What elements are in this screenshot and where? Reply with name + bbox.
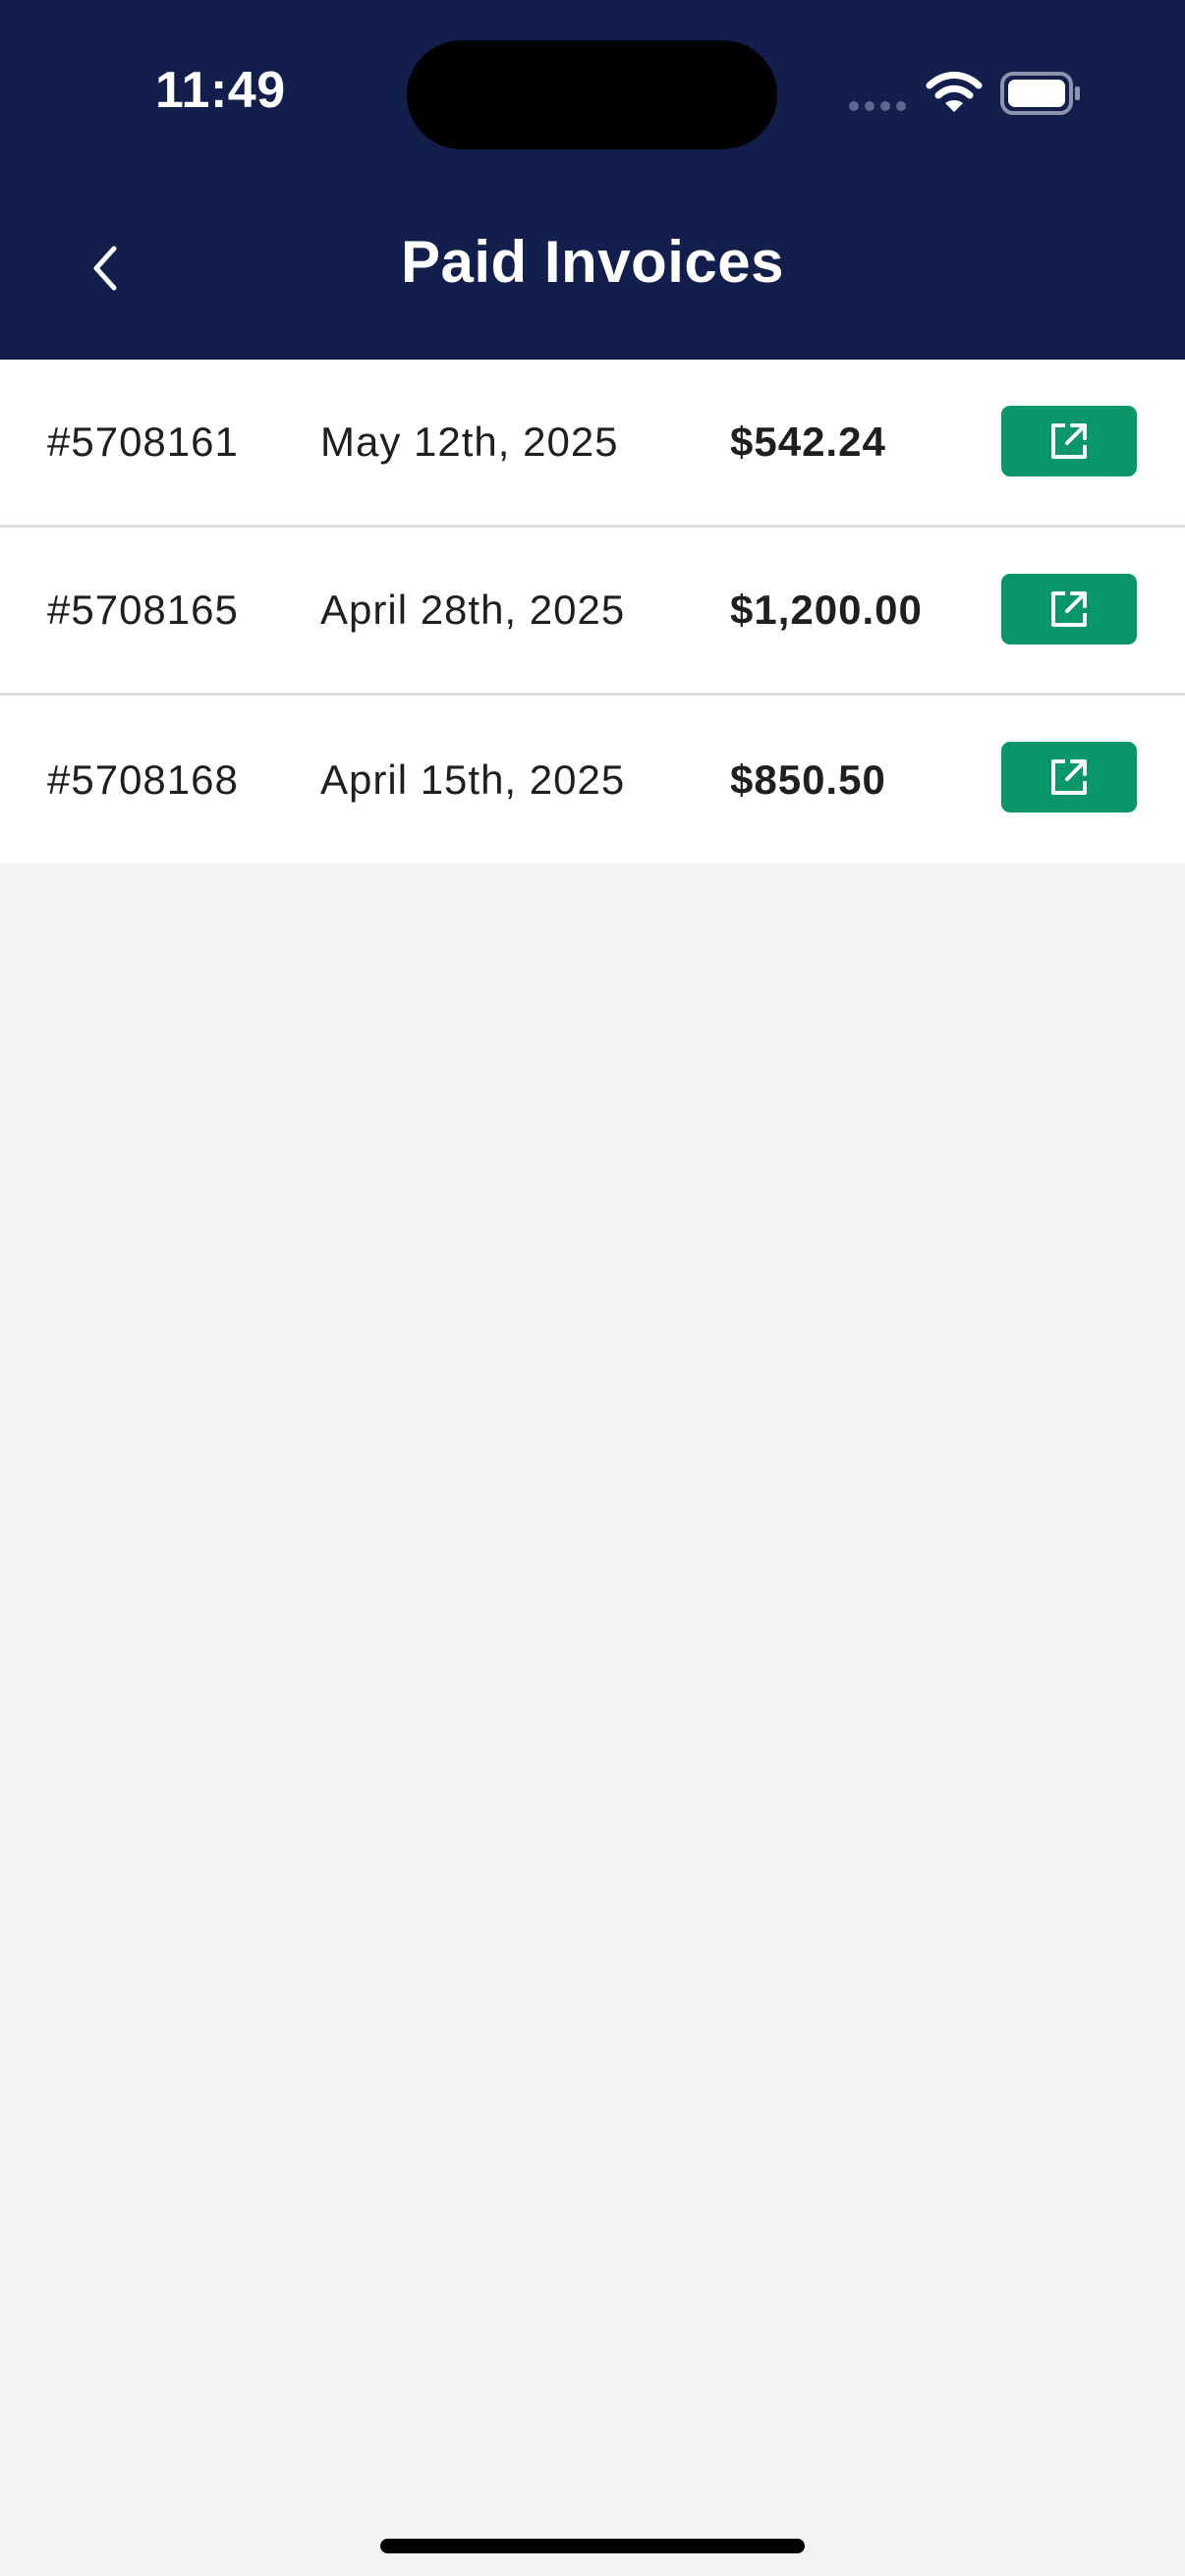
wifi-icon xyxy=(926,72,983,112)
invoice-date: April 28th, 2025 xyxy=(320,587,626,633)
invoice-row: #5708161 May 12th, 2025 $542.24 xyxy=(0,360,1185,528)
invoice-number: #5708161 xyxy=(47,419,239,465)
invoice-row: #5708165 April 28th, 2025 $1,200.00 xyxy=(0,528,1185,696)
invoice-date: April 15th, 2025 xyxy=(320,756,626,803)
battery-icon xyxy=(1000,72,1080,115)
invoice-amount: $1,200.00 xyxy=(730,587,923,633)
invoice-amount: $542.24 xyxy=(730,419,886,465)
cellular-signal-icon xyxy=(849,101,908,111)
invoice-number: #5708168 xyxy=(47,756,239,803)
open-invoice-button[interactable] xyxy=(1001,742,1137,812)
paid-invoice-list: #5708161 May 12th, 2025 $542.24 #5708165… xyxy=(0,360,1185,864)
home-indicator xyxy=(380,2539,805,2553)
invoice-number: #5708165 xyxy=(47,587,239,633)
dynamic-island xyxy=(407,40,777,149)
page-title: Paid Invoices xyxy=(401,229,784,295)
open-invoice-button[interactable] xyxy=(1001,574,1137,644)
external-link-icon xyxy=(1051,591,1087,627)
open-invoice-button[interactable] xyxy=(1001,406,1137,476)
external-link-icon xyxy=(1051,759,1087,795)
app-header: 11:49 Paid Invoices xyxy=(0,0,1185,360)
invoice-amount: $850.50 xyxy=(730,756,886,803)
invoice-date: May 12th, 2025 xyxy=(320,419,619,465)
invoice-row: #5708168 April 15th, 2025 $850.50 xyxy=(0,696,1185,864)
external-link-icon xyxy=(1051,423,1087,459)
status-bar-time: 11:49 xyxy=(155,62,286,119)
